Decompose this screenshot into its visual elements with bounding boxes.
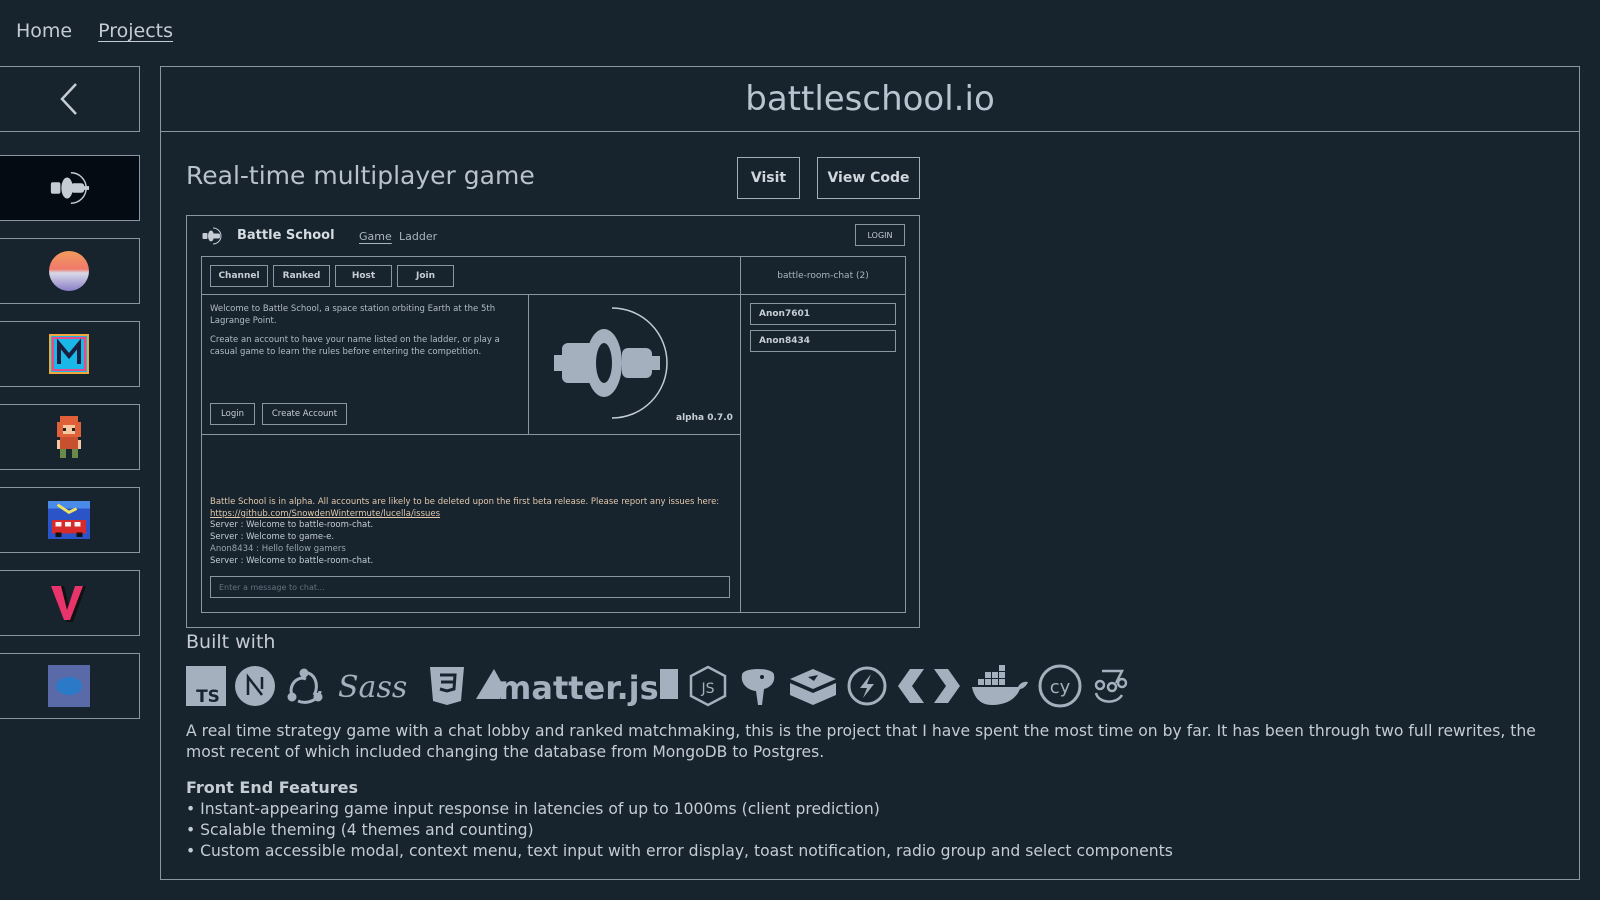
docker-icon: [970, 664, 1030, 708]
project-subtitle: Real-time multiplayer game: [186, 161, 535, 190]
pixel-character-icon: [48, 416, 90, 458]
sidebar-item-v-logo[interactable]: [0, 570, 140, 636]
preview-chat-log: Battle School is in alpha. All accounts …: [210, 497, 730, 567]
cypress-icon: cy: [1038, 664, 1082, 708]
nextjs-icon: [234, 664, 276, 708]
sidebar-item-battleschool[interactable]: [0, 155, 140, 221]
preview-lobby: Channel Ranked Host Join Welcome to Batt…: [201, 256, 906, 613]
preview-room-title: battle-room-chat (2): [741, 257, 905, 295]
preview-login-button[interactable]: LOGIN: [855, 224, 905, 246]
spaceship-art-icon: [554, 307, 668, 419]
redux-icon: [284, 664, 328, 708]
preview-button-row: Channel Ranked Host Join: [202, 257, 740, 295]
sidebar-item-blue-blob[interactable]: [0, 653, 140, 719]
sidebar-item-m-logo[interactable]: [0, 321, 140, 387]
features-list: Instant-appearing game input response in…: [186, 799, 1173, 861]
sunset-orb-icon: [48, 250, 90, 292]
v-logo-icon: [48, 582, 90, 624]
preview-user-item[interactable]: Anon7601: [750, 303, 896, 325]
divider: [528, 295, 529, 435]
preview-user-item[interactable]: Anon8434: [750, 330, 896, 352]
project-panel: battleschool.io Real-time multiplayer ga…: [160, 66, 1580, 880]
preview-host-button[interactable]: Host: [335, 265, 392, 287]
protobuf-icon: [896, 664, 962, 708]
preview-join-button[interactable]: Join: [397, 265, 454, 287]
chat-alpha-notice: Battle School is in alpha. All accounts …: [210, 497, 720, 507]
feature-item: Scalable theming (4 themes and counting): [186, 820, 1173, 841]
preview-welcome-1: Welcome to Battle School, a space statio…: [210, 304, 496, 326]
css3-icon: [428, 664, 466, 708]
back-button[interactable]: [0, 66, 140, 132]
svg-text:JS: JS: [700, 681, 714, 697]
spaceship-icon: [48, 167, 90, 209]
preview-chat-input[interactable]: Enter a message to chat...: [210, 576, 730, 598]
jest-icon: [1090, 664, 1130, 708]
preview-ranked-button[interactable]: Ranked: [273, 265, 330, 287]
preview-nav-ladder[interactable]: Ladder: [399, 230, 437, 243]
app-preview: Battle School Game Ladder LOGIN Channel …: [186, 215, 920, 628]
tech-stack-icons: TS Sass matter.js JS cy: [186, 663, 1130, 709]
preview-welcome-2: Create an account to have your name list…: [210, 335, 500, 357]
typescript-icon: TS: [186, 664, 226, 708]
preview-create-account-button[interactable]: Create Account: [262, 403, 347, 425]
svg-text:Sass: Sass: [338, 670, 407, 705]
preview-navbar: Battle School Game Ladder LOGIN: [187, 216, 919, 256]
chat-line: Server : Welcome to battle-room-chat.: [210, 520, 374, 531]
sidebar-item-sunset-orb[interactable]: [0, 238, 140, 304]
socketio-icon: [846, 664, 888, 708]
redis-icon: [788, 664, 838, 708]
preview-nav-game[interactable]: Game: [359, 230, 392, 243]
preview-channel-button[interactable]: Channel: [210, 265, 268, 287]
preview-welcome-text: Welcome to Battle School, a space statio…: [210, 303, 520, 365]
matterjs-label: matter.js: [498, 669, 659, 707]
divider: [740, 257, 741, 612]
features-heading: Front End Features: [186, 778, 358, 797]
preview-login-small-button[interactable]: Login: [210, 403, 255, 425]
chat-issues-link[interactable]: https://github.com/SnowdenWintermute/luc…: [210, 509, 730, 521]
battle-school-logo-icon: [202, 227, 222, 245]
preview-version: alpha 0.7.0: [676, 413, 733, 423]
pixel-bus-icon: [47, 499, 90, 541]
svg-text:cy: cy: [1050, 677, 1071, 698]
sidebar-item-pixel-character[interactable]: [0, 404, 140, 470]
project-sidebar: [0, 0, 140, 900]
preview-welcome-area: Welcome to Battle School, a space statio…: [202, 295, 740, 435]
chat-line: Server : Welcome to game-e.: [210, 532, 335, 543]
project-description: A real time strategy game with a chat lo…: [186, 722, 1536, 761]
m-logo-icon: [48, 333, 90, 375]
feature-item: Instant-appearing game input response in…: [186, 799, 1173, 820]
svg-text:TS: TS: [196, 687, 220, 706]
chat-line: Anon8434 : Hello fellow gamers: [210, 543, 346, 554]
feature-item: Custom accessible modal, context menu, t…: [186, 841, 1173, 862]
built-with-heading: Built with: [186, 631, 276, 653]
project-title: battleschool.io: [161, 67, 1579, 132]
view-code-button[interactable]: View Code: [817, 157, 920, 199]
sidebar-item-pixel-bus[interactable]: [0, 487, 140, 553]
blob-icon: [47, 665, 90, 707]
chat-line: Server : Welcome to battle-room-chat.: [210, 555, 374, 566]
matterjs-icon: matter.js: [474, 664, 680, 708]
visit-button[interactable]: Visit: [737, 157, 800, 199]
chevron-left-icon: [59, 83, 77, 115]
sass-icon: Sass: [336, 664, 420, 708]
postgresql-icon: [736, 664, 780, 708]
nodejs-icon: JS: [688, 664, 728, 708]
preview-brand: Battle School: [237, 228, 335, 243]
